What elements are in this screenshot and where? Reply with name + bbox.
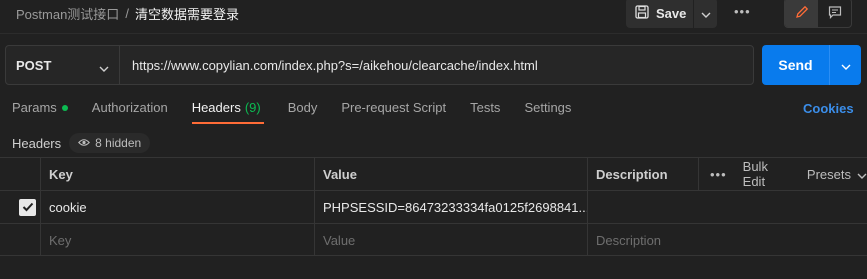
tab-label: Body	[287, 100, 318, 115]
tab-label: Headers	[191, 100, 241, 115]
chevron-down-icon	[857, 167, 867, 182]
column-divider	[698, 157, 699, 190]
save-button[interactable]: Save	[626, 0, 693, 28]
breadcrumb-separator: /	[125, 6, 129, 21]
send-button-group: Send	[762, 45, 861, 85]
send-button[interactable]: Send	[762, 45, 829, 85]
column-header-description: Description	[596, 166, 668, 182]
section-title: Headers	[12, 135, 62, 151]
table-actions: ••• Bulk Edit Presets	[710, 158, 867, 190]
method-label: POST	[16, 57, 52, 73]
column-header-value: Value	[323, 166, 357, 182]
row-enabled-checkbox[interactable]	[19, 199, 36, 216]
more-options-button[interactable]: •••	[734, 4, 751, 19]
tab-tests[interactable]: Tests	[470, 100, 500, 124]
tab-authorization[interactable]: Authorization	[92, 100, 168, 124]
tab-label: Authorization	[91, 100, 168, 115]
save-label: Save	[656, 5, 687, 21]
send-options-button[interactable]	[829, 45, 861, 85]
tab-params[interactable]: Params	[12, 100, 68, 124]
presets-button[interactable]: Presets	[807, 167, 867, 182]
chevron-down-icon	[841, 57, 851, 73]
tab-label: Tests	[470, 100, 501, 115]
comment-icon	[828, 5, 842, 22]
save-options-button[interactable]	[693, 0, 717, 28]
tab-label: Params	[12, 100, 57, 115]
method-select[interactable]: POST	[5, 45, 120, 85]
side-panel-toggle	[784, 0, 852, 28]
column-divider	[587, 157, 588, 256]
edit-toggle[interactable]	[785, 0, 818, 27]
table-row-new: Key Value Description	[0, 223, 867, 256]
more-options-button[interactable]: •••	[710, 167, 727, 182]
save-group: Save	[626, 0, 717, 28]
save-icon	[635, 4, 649, 22]
breadcrumb: Postman测试接口 / 清空数据需要登录	[16, 4, 239, 23]
new-description-input[interactable]: Description	[587, 224, 867, 256]
table-header-row: Key Value Description ••• Bulk Edit Pres…	[0, 157, 867, 190]
column-divider	[40, 157, 41, 256]
new-key-input[interactable]: Key	[40, 224, 314, 256]
column-header-key: Key	[49, 166, 73, 182]
pencil-icon	[795, 5, 809, 22]
divider	[0, 33, 867, 34]
url-input[interactable]: https://www.copylian.com/index.php?s=/ai…	[119, 45, 754, 85]
tab-label: Pre-request Script	[341, 100, 447, 115]
tab-settings[interactable]: Settings	[524, 100, 571, 124]
header-value-cell[interactable]: PHPSESSID=86473233334fa0125f2698841...	[314, 191, 587, 223]
breadcrumb-collection[interactable]: Postman测试接口	[16, 4, 119, 23]
tab-count: (9)	[244, 100, 261, 115]
bulk-edit-button[interactable]: Bulk Edit	[743, 159, 791, 189]
tab-body[interactable]: Body	[288, 100, 318, 124]
tab-pre-request-script[interactable]: Pre-request Script	[341, 100, 446, 124]
chevron-down-icon	[99, 60, 109, 75]
headers-subheader: Headers 8 hidden	[12, 133, 151, 153]
cookies-link[interactable]: Cookies	[803, 101, 854, 116]
status-dot	[61, 105, 68, 111]
tab-label: Settings	[524, 100, 572, 115]
new-value-input[interactable]: Value	[314, 224, 587, 256]
request-tabs: Params Authorization Headers (9) Body Pre…	[12, 100, 595, 126]
check-icon	[22, 200, 34, 215]
header-description-cell[interactable]	[587, 191, 867, 223]
chevron-down-icon	[701, 6, 711, 21]
table-row: cookie PHPSESSID=86473233334fa0125f26988…	[0, 190, 867, 223]
tab-headers[interactable]: Headers (9)	[191, 100, 264, 124]
hidden-headers-toggle[interactable]: 8 hidden	[69, 133, 151, 153]
presets-label: Presets	[806, 166, 851, 182]
hidden-count: 8 hidden	[95, 136, 142, 150]
header-key-cell[interactable]: cookie	[40, 191, 314, 223]
eye-icon	[78, 136, 91, 150]
comments-toggle[interactable]	[818, 0, 851, 27]
breadcrumb-request[interactable]: 清空数据需要登录	[135, 4, 239, 23]
column-divider	[314, 157, 315, 256]
